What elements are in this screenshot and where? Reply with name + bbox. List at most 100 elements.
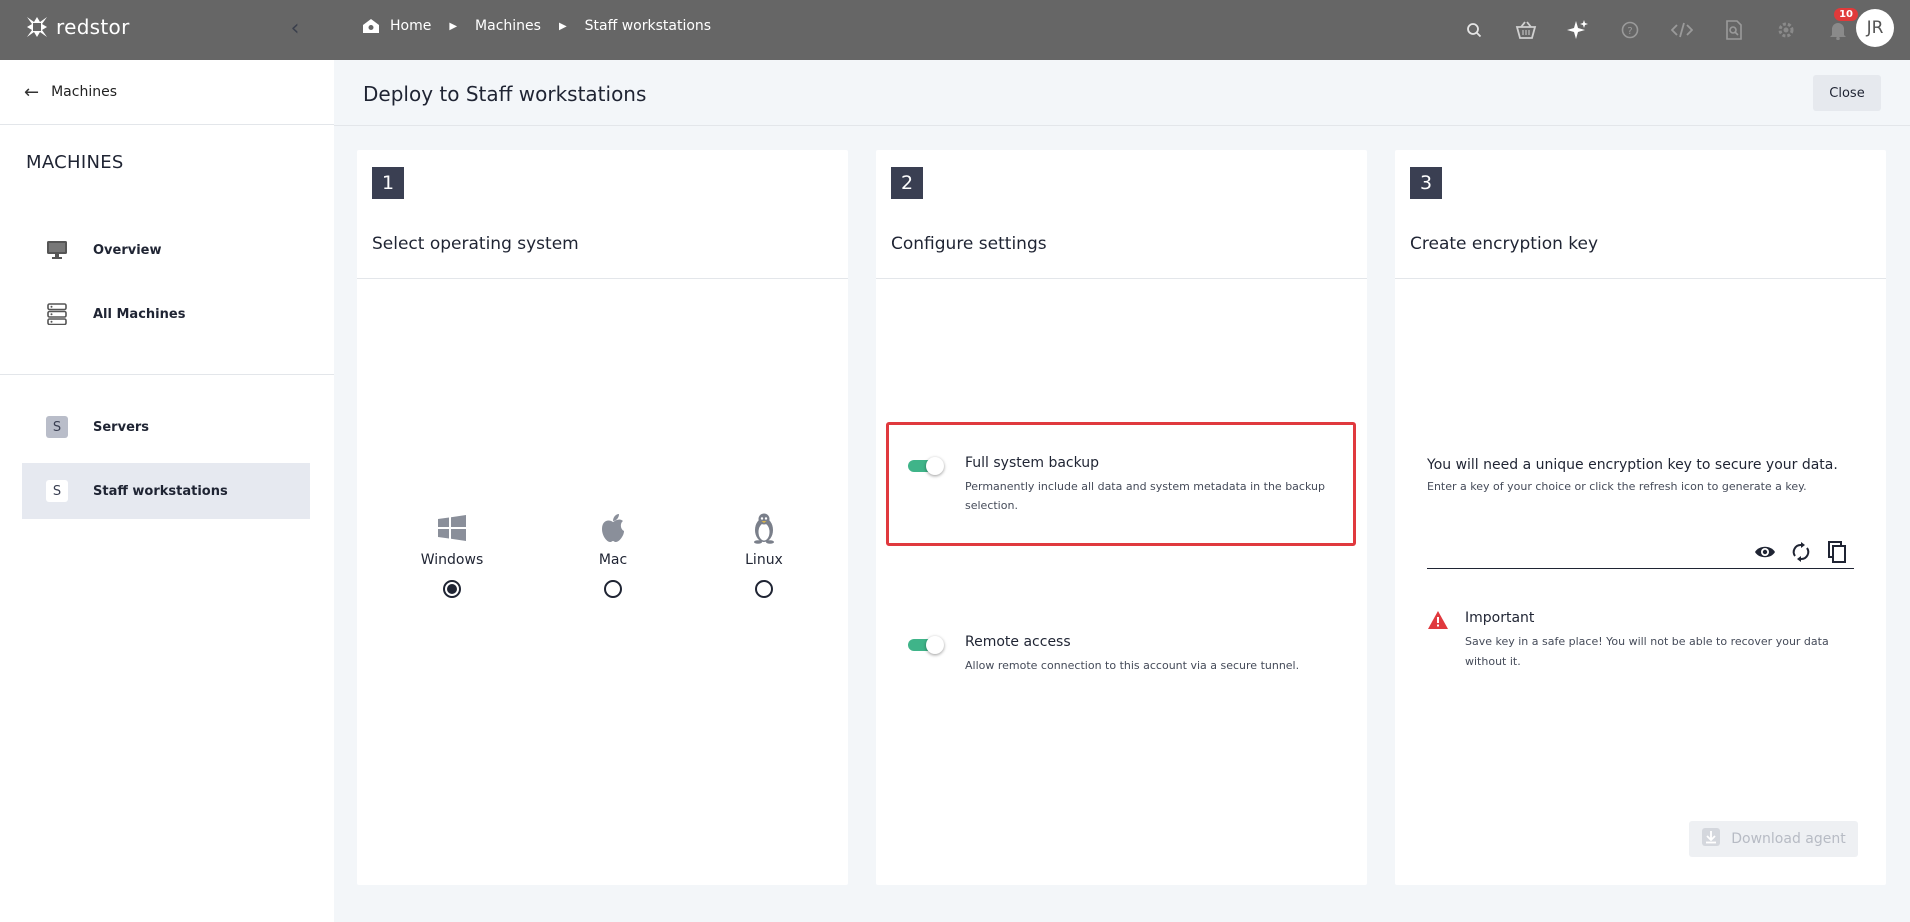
- encryption-instructions: You will need a unique encryption key to…: [1427, 457, 1838, 473]
- download-label: Download agent: [1731, 831, 1846, 847]
- setting-title: Full system backup: [965, 455, 1100, 471]
- code-icon[interactable]: [1656, 12, 1708, 48]
- os-radio-windows[interactable]: [443, 580, 461, 598]
- remote-access-toggle[interactable]: [908, 636, 944, 654]
- step-number-badge: 1: [372, 167, 404, 199]
- linux-penguin-icon: [751, 512, 777, 544]
- search-icon[interactable]: [1448, 12, 1500, 48]
- group-letter: S: [46, 416, 68, 438]
- setting-remote-access: Remote access Allow remote connection to…: [908, 634, 1340, 675]
- refresh-icon[interactable]: [1788, 539, 1814, 565]
- monitor-icon: [46, 239, 68, 261]
- warning-notice: Important Save key in a safe place! You …: [1427, 610, 1855, 672]
- top-toolbar: ? 10: [1448, 8, 1864, 48]
- server-stack-icon: [46, 303, 68, 325]
- os-option-linux[interactable]: Linux: [714, 512, 814, 598]
- step-number-badge: 3: [1410, 167, 1442, 199]
- sidebar-item-label: Servers: [93, 419, 150, 435]
- step-card-settings: 2 Configure settings Full system backup …: [876, 150, 1367, 885]
- copy-icon[interactable]: [1824, 539, 1850, 565]
- sidebar-item-all-machines[interactable]: All Machines: [22, 286, 310, 342]
- os-option-mac[interactable]: Mac: [563, 512, 663, 598]
- breadcrumb-home-label: Home: [390, 18, 432, 34]
- sidebar-item-label: Staff workstations: [93, 483, 228, 499]
- logo-text: redstor: [56, 15, 130, 39]
- document-search-icon[interactable]: [1708, 12, 1760, 48]
- breadcrumb-home[interactable]: Home: [362, 18, 431, 34]
- setting-description: Permanently include all data and system …: [965, 480, 1325, 512]
- sidebar: ← Machines MACHINES Overview All Machine…: [0, 60, 334, 922]
- card-title: Create encryption key: [1410, 234, 1599, 254]
- sidebar-item-label: Overview: [93, 242, 162, 258]
- encryption-key-input[interactable]: [1427, 535, 1747, 567]
- warning-description: Save key in a safe place! You will not b…: [1465, 635, 1829, 668]
- full-system-backup-toggle[interactable]: [908, 457, 944, 475]
- collapse-sidebar-chevron-icon[interactable]: ‹: [284, 16, 306, 42]
- os-radio-mac[interactable]: [604, 580, 622, 598]
- card-header: 1 Select operating system: [357, 150, 848, 279]
- encryption-hint: Enter a key of your choice or click the …: [1427, 480, 1807, 493]
- warning-triangle-icon: [1427, 610, 1449, 672]
- home-icon: [363, 19, 379, 33]
- step-card-encryption: 3 Create encryption key You will need a …: [1395, 150, 1886, 885]
- os-radio-linux[interactable]: [755, 580, 773, 598]
- group-letter-badge: S: [46, 480, 68, 502]
- card-title: Configure settings: [891, 234, 1047, 254]
- logo[interactable]: redstor: [24, 14, 130, 40]
- group-letter: S: [46, 480, 68, 502]
- notification-badge: 10: [1834, 8, 1858, 21]
- sidebar-item-servers[interactable]: S Servers: [22, 399, 310, 455]
- page-title: Deploy to Staff workstations: [363, 82, 647, 106]
- sidebar-item-staff-workstations[interactable]: S Staff workstations: [22, 463, 310, 519]
- download-agent-button[interactable]: Download agent: [1689, 821, 1858, 857]
- user-avatar[interactable]: JR: [1856, 9, 1894, 47]
- card-title: Select operating system: [372, 234, 579, 254]
- toggle-knob: [926, 457, 944, 475]
- setting-text: Remote access Allow remote connection to…: [965, 634, 1340, 675]
- arrow-left-icon: ←: [24, 81, 40, 103]
- setting-description: Allow remote connection to this account …: [965, 659, 1300, 672]
- setting-full-system-backup: Full system backup Permanently include a…: [908, 455, 1340, 515]
- os-label: Linux: [745, 552, 783, 568]
- sidebar-item-label: All Machines: [93, 306, 186, 322]
- apple-icon: [600, 512, 626, 544]
- setting-text: Full system backup Permanently include a…: [965, 455, 1340, 515]
- back-label: Machines: [51, 84, 117, 100]
- back-to-machines-link[interactable]: ← Machines: [0, 60, 334, 125]
- os-option-windows[interactable]: Windows: [402, 512, 502, 598]
- close-button[interactable]: Close: [1813, 75, 1881, 111]
- top-bar: redstor ‹ Home ▶ Machines ▶ Staff workst…: [0, 0, 1910, 60]
- warning-text: Important Save key in a safe place! You …: [1465, 610, 1855, 672]
- sidebar-item-overview[interactable]: Overview: [22, 222, 310, 278]
- svg-text:?: ?: [1627, 26, 1632, 37]
- group-letter-badge: S: [46, 416, 68, 438]
- eye-icon[interactable]: [1752, 539, 1778, 565]
- redstor-logo-icon: [27, 17, 47, 37]
- basket-icon[interactable]: [1500, 12, 1552, 48]
- sidebar-divider: [0, 374, 334, 375]
- encryption-key-field: [1427, 535, 1854, 569]
- breadcrumb-current: Staff workstations: [585, 18, 711, 34]
- step-card-os: 1 Select operating system Windows Mac Li…: [357, 150, 848, 885]
- breadcrumb-machines[interactable]: Machines: [475, 18, 541, 34]
- sparkle-icon[interactable]: [1552, 12, 1604, 48]
- toggle-knob: [926, 636, 944, 654]
- step-number-badge: 2: [891, 167, 923, 199]
- download-icon: [1701, 827, 1721, 851]
- breadcrumb-separator-icon: ▶: [449, 20, 458, 32]
- breadcrumb-current-label: Staff workstations: [584, 18, 712, 34]
- warning-title: Important: [1465, 610, 1535, 626]
- windows-icon: [437, 512, 467, 544]
- radio-dot: [447, 584, 457, 594]
- gear-icon[interactable]: [1760, 12, 1812, 48]
- help-icon[interactable]: ?: [1604, 12, 1656, 48]
- breadcrumb-separator-icon: ▶: [558, 20, 567, 32]
- breadcrumb-machines-label: Machines: [475, 18, 541, 34]
- card-header: 3 Create encryption key: [1395, 150, 1886, 279]
- page-header: Deploy to Staff workstations Close: [334, 60, 1910, 126]
- sidebar-section-title: MACHINES: [26, 152, 124, 173]
- os-label: Mac: [598, 552, 628, 568]
- setting-title: Remote access: [965, 634, 1071, 650]
- breadcrumb: Home ▶ Machines ▶ Staff workstations: [362, 18, 711, 34]
- card-header: 2 Configure settings: [876, 150, 1367, 279]
